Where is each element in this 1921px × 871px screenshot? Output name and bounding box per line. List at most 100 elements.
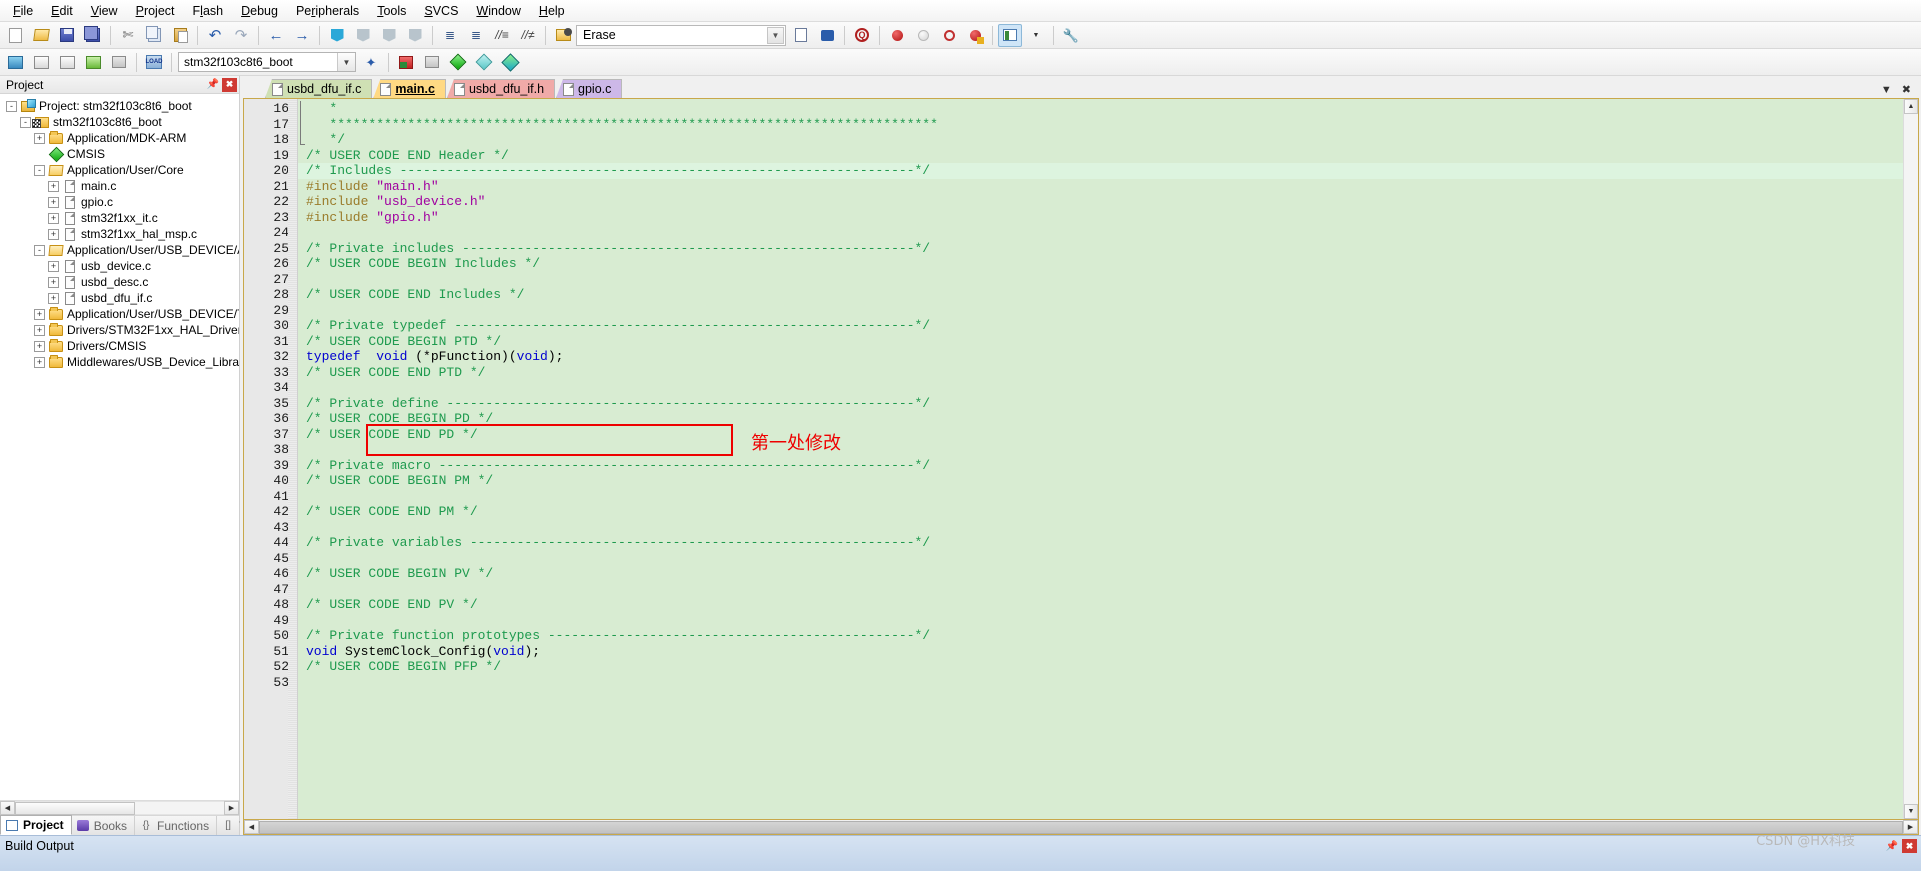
manage-project-items-button[interactable]	[394, 51, 418, 74]
expand-icon[interactable]: +	[48, 260, 59, 272]
tree-item[interactable]: - Project: stm32f103c8t6_boot	[0, 98, 239, 114]
disable-breakpoint-button[interactable]	[911, 24, 935, 47]
select-target-button[interactable]	[446, 51, 470, 74]
tree-item[interactable]: + Drivers/CMSIS	[0, 338, 239, 354]
code-editor[interactable]: 16 17 18 19 20 21 22 23 24 25 26 27 28 29 30 31 32 33 34 35…	[243, 98, 1919, 820]
insert-breakpoint-button[interactable]	[885, 24, 909, 47]
menu-debug[interactable]: Debug	[232, 1, 287, 21]
save-all-button[interactable]	[81, 24, 105, 47]
scroll-up-arrow[interactable]: ▲	[1904, 99, 1918, 114]
hscroll-thumb[interactable]	[15, 802, 135, 815]
expand-icon[interactable]: +	[34, 324, 45, 336]
code-line[interactable]: /* USER CODE END PM */	[298, 504, 1903, 520]
batch-build-button[interactable]	[81, 51, 105, 74]
packs-installer-button[interactable]	[498, 51, 522, 74]
chevron-down-icon[interactable]: ▼	[337, 53, 355, 71]
hscroll-thumb[interactable]	[259, 820, 1903, 834]
editor-tab-usbd_dfu_if-h[interactable]: usbd_dfu_if.h	[446, 79, 556, 98]
redo-button[interactable]: ↷	[229, 24, 253, 47]
collapse-icon[interactable]: -	[34, 164, 45, 176]
build-target-button[interactable]	[29, 51, 53, 74]
project-tree[interactable]: - Project: stm32f103c8t6_boot - stm32f103c8…	[0, 94, 239, 800]
menu-help[interactable]: Help	[530, 1, 574, 21]
editor-hscrollbar[interactable]: ◀ ▶	[243, 820, 1919, 835]
prev-bookmark-button[interactable]	[351, 24, 375, 47]
tree-item[interactable]: + Application/MDK-ARM	[0, 130, 239, 146]
tree-item[interactable]: CMSIS	[0, 146, 239, 162]
kill-all-breakpoints-button[interactable]	[963, 24, 987, 47]
tree-item[interactable]: - Application/User/Core	[0, 162, 239, 178]
manage-windows-dropdown[interactable]: ▼	[1024, 24, 1048, 47]
expand-icon[interactable]: +	[48, 180, 59, 192]
toggle-bookmark-button[interactable]	[325, 24, 349, 47]
tree-item[interactable]: + gpio.c	[0, 194, 239, 210]
cut-button[interactable]: ✄	[116, 24, 140, 47]
code-line[interactable]: typedef void (*pFunction)(void);	[298, 349, 1903, 365]
manage-windows-button[interactable]	[998, 23, 1022, 47]
open-file-button[interactable]	[29, 24, 53, 47]
tree-item[interactable]: - stm32f103c8t6_boot	[0, 114, 239, 130]
menu-view[interactable]: View	[82, 1, 127, 21]
expand-icon[interactable]: +	[48, 292, 59, 304]
disable-all-breakpoints-button[interactable]	[937, 24, 961, 47]
code-line[interactable]: *	[298, 101, 1903, 117]
code-line[interactable]: /* USER CODE END Header */	[298, 148, 1903, 164]
menu-window[interactable]: Window	[467, 1, 529, 21]
erase-flash-button[interactable]	[551, 24, 575, 47]
code-line[interactable]	[298, 675, 1903, 691]
editor-tab-usbd_dfu_if-c[interactable]: usbd_dfu_if.c	[265, 79, 373, 98]
code-line[interactable]: */	[298, 132, 1903, 148]
scroll-down-arrow[interactable]: ▼	[1904, 804, 1918, 819]
scroll-left-arrow[interactable]: ◀	[244, 820, 259, 834]
collapse-icon[interactable]: -	[6, 100, 17, 112]
collapse-icon[interactable]: -	[20, 116, 31, 128]
tree-item[interactable]: + Drivers/STM32F1xx_HAL_Driver	[0, 322, 239, 338]
tree-item[interactable]: + main.c	[0, 178, 239, 194]
tree-item[interactable]: + usb_device.c	[0, 258, 239, 274]
code-line[interactable]	[298, 303, 1903, 319]
vscroll-track[interactable]	[1904, 114, 1918, 804]
code-line[interactable]: #include "main.h"	[298, 179, 1903, 195]
code-line[interactable]	[298, 272, 1903, 288]
uncomment-button[interactable]: //≠	[516, 24, 540, 47]
tree-item[interactable]: + Middlewares/USB_Device_Library	[0, 354, 239, 370]
find-next-button[interactable]	[815, 24, 839, 47]
code-line[interactable]	[298, 520, 1903, 536]
code-line[interactable]: #include "gpio.h"	[298, 210, 1903, 226]
menu-flash[interactable]: Flash	[184, 1, 233, 21]
close-icon[interactable]: ✖	[222, 77, 237, 92]
expand-icon[interactable]: +	[34, 356, 45, 368]
scroll-right-arrow[interactable]: ▶	[224, 801, 239, 815]
code-line[interactable]: /* USER CODE END PD */	[298, 427, 1903, 443]
code-line[interactable]	[298, 442, 1903, 458]
fold-bracket[interactable]	[300, 101, 305, 145]
code-line[interactable]	[298, 551, 1903, 567]
bookmark-search-button[interactable]: Q	[850, 24, 874, 47]
target-selector[interactable]: stm32f103c8t6_boot ▼	[178, 52, 356, 72]
configuration-wizard-button[interactable]	[472, 51, 496, 74]
expand-icon[interactable]: +	[48, 196, 59, 208]
code-line[interactable]: /* USER CODE BEGIN Includes */	[298, 256, 1903, 272]
save-button[interactable]	[55, 24, 79, 47]
expand-icon[interactable]: +	[34, 132, 45, 144]
target-options-button[interactable]: ✦	[359, 51, 383, 74]
download-to-flash-button[interactable]: LOAD	[142, 51, 166, 74]
expand-icon[interactable]: +	[48, 228, 59, 240]
code-line[interactable]: /* USER CODE BEGIN PM */	[298, 473, 1903, 489]
clear-bookmarks-button[interactable]	[403, 24, 427, 47]
scroll-left-arrow[interactable]: ◀	[0, 801, 15, 815]
pin-icon[interactable]: 📌	[1885, 839, 1899, 853]
editor-tab-gpio-c[interactable]: gpio.c	[556, 79, 623, 98]
tree-item[interactable]: + stm32f1xx_hal_msp.c	[0, 226, 239, 242]
paste-button[interactable]	[168, 24, 192, 47]
code-line[interactable]: /* Private includes --------------------…	[298, 241, 1903, 257]
chevron-down-icon[interactable]: ▼	[767, 26, 784, 44]
panel-tab-functions[interactable]: {} Functions	[135, 816, 218, 835]
stop-build-button[interactable]	[107, 51, 131, 74]
editor-vscrollbar[interactable]: ▲ ▼	[1903, 99, 1918, 819]
code-line[interactable]: /* Includes ----------------------------…	[298, 163, 1903, 179]
find-in-files-button[interactable]	[789, 24, 813, 47]
tree-item[interactable]: + Application/User/USB_DEVICE/Target	[0, 306, 239, 322]
menu-project[interactable]: Project	[127, 1, 184, 21]
rebuild-all-button[interactable]	[55, 51, 79, 74]
